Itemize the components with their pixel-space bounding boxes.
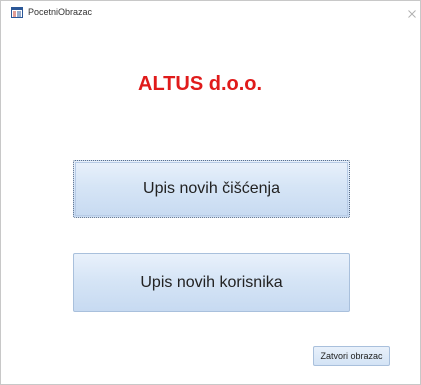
close-icon[interactable]: [408, 10, 416, 18]
window-title: PocetniObrazac: [28, 7, 93, 17]
new-users-button[interactable]: Upis novih korisnika: [73, 253, 350, 312]
new-cleanings-button[interactable]: Upis novih čišćenja: [73, 160, 350, 218]
form-icon: [11, 7, 23, 18]
form-window: PocetniObrazac ALTUS d.o.o. Upis novih č…: [0, 0, 421, 385]
close-form-button[interactable]: Zatvori obrazac: [313, 346, 390, 366]
company-name-label: ALTUS d.o.o.: [138, 73, 263, 95]
title-bar: PocetniObrazac: [1, 1, 420, 25]
